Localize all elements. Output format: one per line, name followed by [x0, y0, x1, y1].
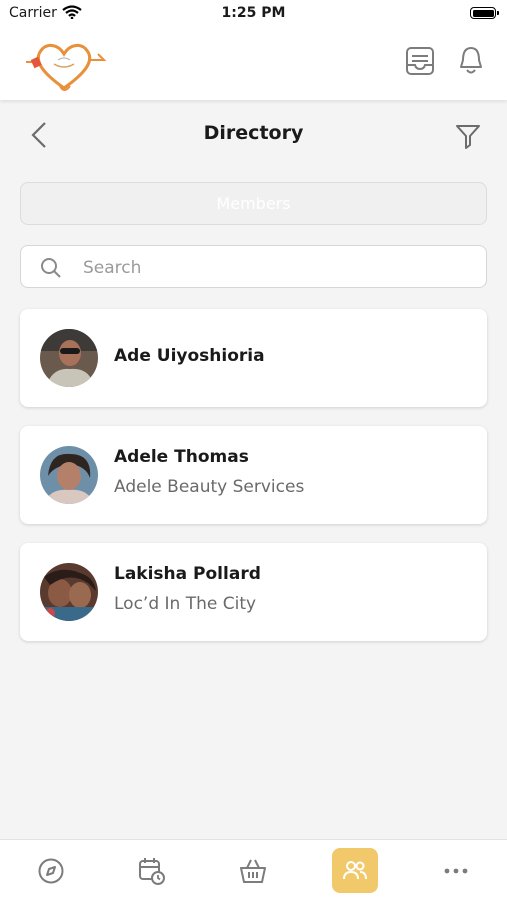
search-input[interactable] [81, 246, 475, 289]
bottom-nav [0, 839, 507, 901]
status-time: 1:25 PM [221, 5, 286, 21]
member-name: Adele Thomas [114, 447, 249, 467]
avatar [40, 446, 98, 504]
search-field [20, 245, 487, 289]
nav-compass[interactable] [21, 840, 81, 901]
search-icon [41, 258, 61, 278]
filter-icon[interactable] [454, 122, 482, 154]
nav-more[interactable] [426, 840, 486, 901]
heart-logo[interactable] [24, 36, 108, 96]
nav-basket[interactable] [223, 840, 283, 901]
inbox-icon[interactable] [404, 45, 436, 81]
member-card[interactable]: Ade Uiyoshioria [20, 309, 487, 407]
more-icon [444, 868, 468, 873]
nav-people[interactable] [325, 840, 385, 901]
bell-icon[interactable] [456, 45, 486, 81]
member-name: Ade Uiyoshioria [114, 346, 265, 366]
nav-calendar[interactable] [122, 840, 182, 901]
calendar-clock-icon [139, 857, 165, 885]
battery-icon [470, 7, 499, 19]
app-header [0, 30, 507, 100]
status-bar: Carrier 1:25 PM [0, 0, 507, 30]
basket-icon [240, 859, 266, 883]
page-title: Directory [203, 122, 304, 144]
member-business: Adele Beauty Services [114, 477, 305, 497]
avatar [40, 329, 98, 387]
member-card[interactable]: Lakisha Pollard Loc’d In The City [20, 543, 487, 641]
compass-icon [38, 858, 64, 883]
member-card[interactable]: Adele Thomas Adele Beauty Services [20, 426, 487, 524]
members-dropdown[interactable]: Members [20, 182, 487, 225]
people-icon [343, 860, 367, 879]
member-business: Loc’d In The City [114, 594, 257, 614]
avatar [40, 563, 98, 621]
member-name: Lakisha Pollard [114, 564, 261, 584]
